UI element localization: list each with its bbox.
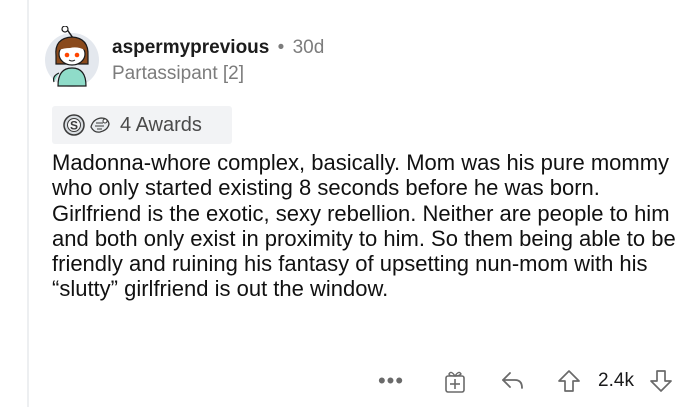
vote-count: 2.4k (598, 370, 634, 391)
meta-separator: • (277, 37, 285, 58)
svg-text:S: S (70, 119, 78, 133)
snoo-avatar-icon (45, 25, 99, 87)
more-options-button[interactable]: ••• (373, 364, 409, 398)
comment-body: Madonna-whore complex, basically. Mom wa… (52, 150, 676, 302)
downvote-icon (650, 370, 672, 392)
gift-award-icon (445, 371, 465, 393)
timestamp[interactable]: 30d (293, 37, 325, 58)
username-row: aspermyprevious • 30d (112, 37, 324, 59)
downvote-button[interactable] (646, 364, 676, 398)
upvote-icon (558, 370, 580, 392)
thread-line (27, 0, 29, 407)
more-icon: ••• (377, 368, 405, 393)
wholesome-award-icon (88, 113, 112, 137)
awards-badge[interactable]: S 4 Awards (52, 106, 232, 144)
comment-header: aspermyprevious • 30d Partassipant [2] (112, 37, 324, 85)
silver-award-icon: S (62, 113, 86, 137)
upvote-button[interactable] (554, 364, 584, 398)
give-award-button[interactable] (440, 364, 470, 398)
awards-count: 4 Awards (120, 113, 202, 136)
reply-icon (502, 372, 523, 389)
comment-actions: ••• 2.4k (0, 364, 700, 398)
avatar[interactable] (44, 25, 100, 88)
reply-button[interactable] (498, 364, 528, 398)
user-flair: Partassipant [2] (112, 63, 245, 84)
username-link[interactable]: aspermyprevious (112, 37, 269, 58)
